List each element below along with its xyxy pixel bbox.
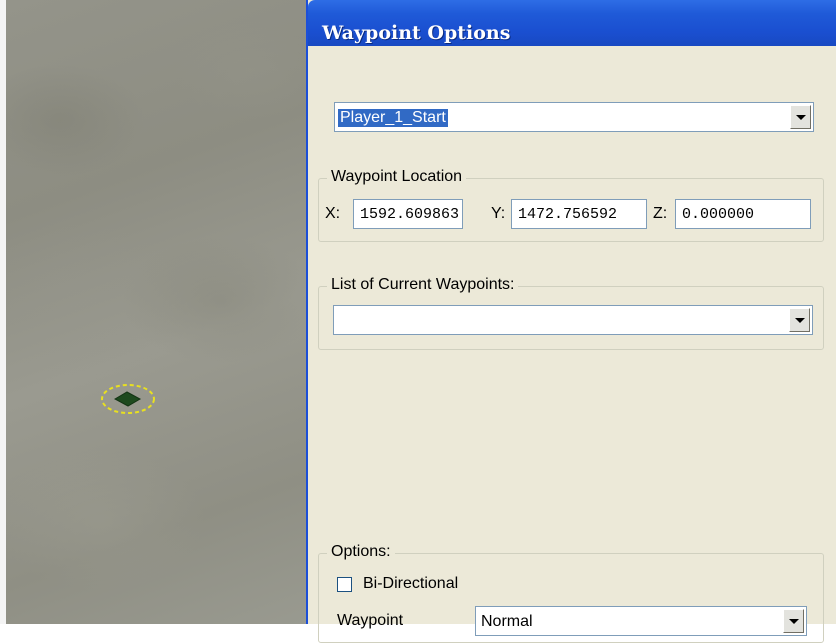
dialog-client-area: Player_1_Start Waypoint Location X: 1592… xyxy=(310,46,836,643)
x-coordinate-input[interactable]: 1592.609863 xyxy=(353,199,463,229)
waypoint-location-label: Waypoint Location xyxy=(327,168,467,186)
dropdown-arrow-icon[interactable] xyxy=(789,308,810,332)
options-group: Options: Bi-Directional Waypoint Normal xyxy=(318,543,824,643)
z-label: Z: xyxy=(653,205,668,222)
current-waypoints-group: List of Current Waypoints: xyxy=(318,276,824,350)
bidirectional-label: Bi-Directional xyxy=(363,575,459,592)
map-viewport[interactable] xyxy=(0,0,310,624)
waypoint-select-value: Player_1_Start xyxy=(338,109,448,127)
title-bar[interactable]: Waypoint Options xyxy=(308,0,836,46)
window-edge xyxy=(0,0,6,624)
x-label: X: xyxy=(325,205,341,222)
options-label: Options: xyxy=(327,543,395,561)
waypoint-select[interactable]: Player_1_Start xyxy=(334,102,814,132)
y-coordinate-input[interactable]: 1472.756592 xyxy=(511,199,647,229)
dropdown-arrow-icon[interactable] xyxy=(783,609,804,633)
waypoint-marker-icon[interactable] xyxy=(100,382,156,416)
z-coordinate-input[interactable]: 0.000000 xyxy=(675,199,811,229)
waypoint-type-select[interactable]: Normal xyxy=(475,606,807,636)
y-label: Y: xyxy=(491,205,506,222)
waypoint-type-label: Waypoint xyxy=(337,612,404,629)
dropdown-arrow-icon[interactable] xyxy=(790,105,811,129)
waypoint-location-group: Waypoint Location X: 1592.609863 Y: 1472… xyxy=(318,168,824,242)
waypoint-options-dialog: Waypoint Options Player_1_Start Waypoint… xyxy=(306,0,836,643)
waypoint-type-value: Normal xyxy=(481,613,533,630)
current-waypoints-label: List of Current Waypoints: xyxy=(327,276,519,294)
bidirectional-checkbox[interactable] xyxy=(337,577,352,592)
dialog-title: Waypoint Options xyxy=(322,22,511,44)
current-waypoints-select[interactable] xyxy=(333,305,813,335)
